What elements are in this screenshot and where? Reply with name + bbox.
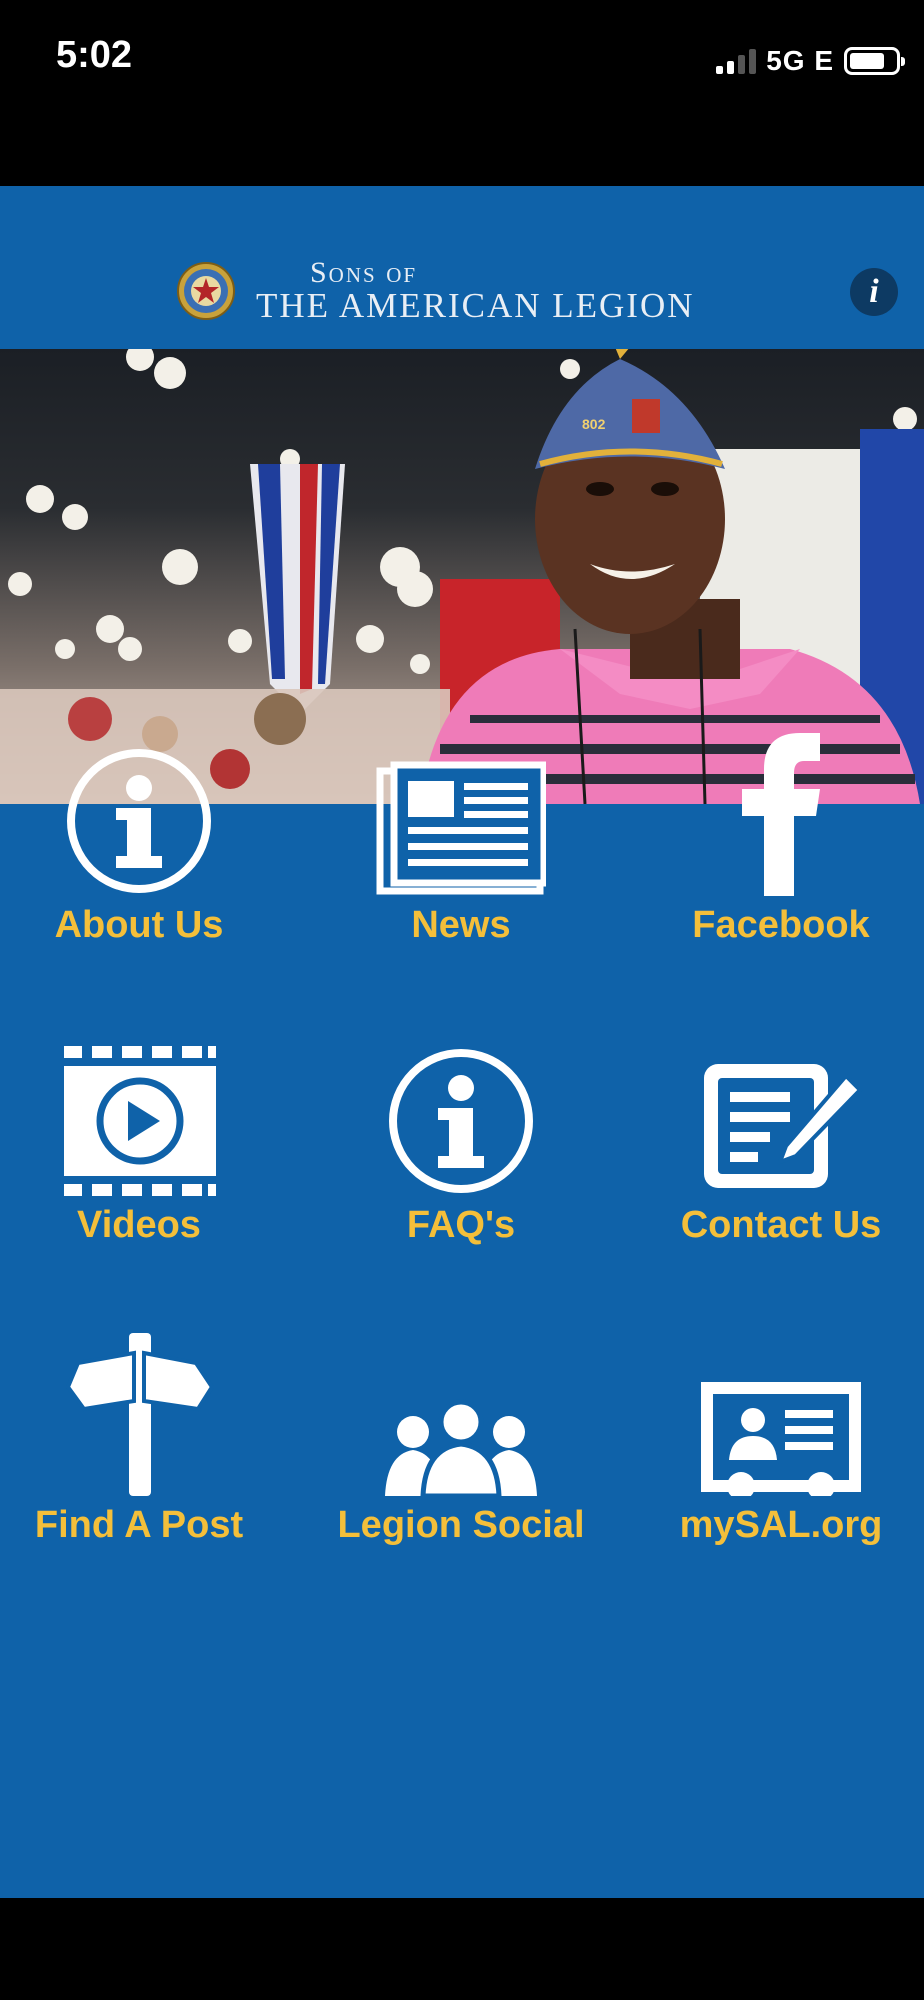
brand-logo: Sons of The American Legion [176, 258, 695, 323]
brand-line1: Sons of [310, 256, 418, 289]
info-circle-icon [389, 1049, 533, 1193]
status-indicators: 5G E [716, 44, 905, 78]
menu-facebook[interactable]: Facebook [627, 726, 924, 947]
info-icon: i [869, 273, 879, 310]
id-card-icon [701, 1382, 861, 1496]
signal-icon [716, 48, 757, 74]
svg-text:802: 802 [582, 416, 606, 432]
menu-label: mySAL.org [679, 1504, 883, 1546]
menu-label: Contact Us [680, 1204, 882, 1246]
brand-line2: The American Legion [256, 286, 695, 325]
menu-videos[interactable]: Videos [0, 1026, 293, 1247]
status-bar: 5:02 5G E [0, 0, 924, 186]
menu-label: News [411, 904, 511, 946]
menu-label: Facebook [692, 904, 870, 946]
menu-find-a-post[interactable]: Find A Post [0, 1326, 293, 1547]
people-group-icon [385, 1399, 537, 1496]
brand-text: Sons of The American Legion [256, 256, 695, 325]
menu-news[interactable]: News [307, 726, 615, 947]
facebook-icon [742, 733, 820, 896]
bottom-bar [0, 1898, 924, 2000]
menu-mysal[interactable]: mySAL.org [627, 1326, 924, 1547]
menu-label: FAQ's [406, 1204, 516, 1246]
menu-contact-us[interactable]: Contact Us [627, 1026, 924, 1247]
menu-label: About Us [54, 904, 224, 946]
menu-faqs[interactable]: FAQ's [307, 1026, 615, 1247]
info-button[interactable]: i [850, 268, 898, 316]
menu-label: Legion Social [337, 1504, 585, 1546]
newspaper-icon [376, 761, 546, 895]
app-screen: Sons of The American Legion i [0, 186, 924, 1898]
network-label: 5G E [766, 45, 834, 76]
menu-label: Find A Post [34, 1504, 244, 1546]
signpost-icon [65, 1333, 214, 1496]
battery-icon [844, 47, 905, 75]
menu-about-us[interactable]: About Us [0, 726, 293, 947]
video-play-icon [63, 1046, 216, 1196]
menu-label: Videos [77, 1204, 201, 1246]
info-circle-icon [67, 749, 211, 893]
menu-legion-social[interactable]: Legion Social [307, 1326, 615, 1547]
status-time: 5:02 [56, 34, 133, 76]
edit-form-icon [704, 1064, 863, 1188]
legion-emblem-icon [177, 261, 235, 320]
app-header: Sons of The American Legion i [0, 186, 924, 351]
